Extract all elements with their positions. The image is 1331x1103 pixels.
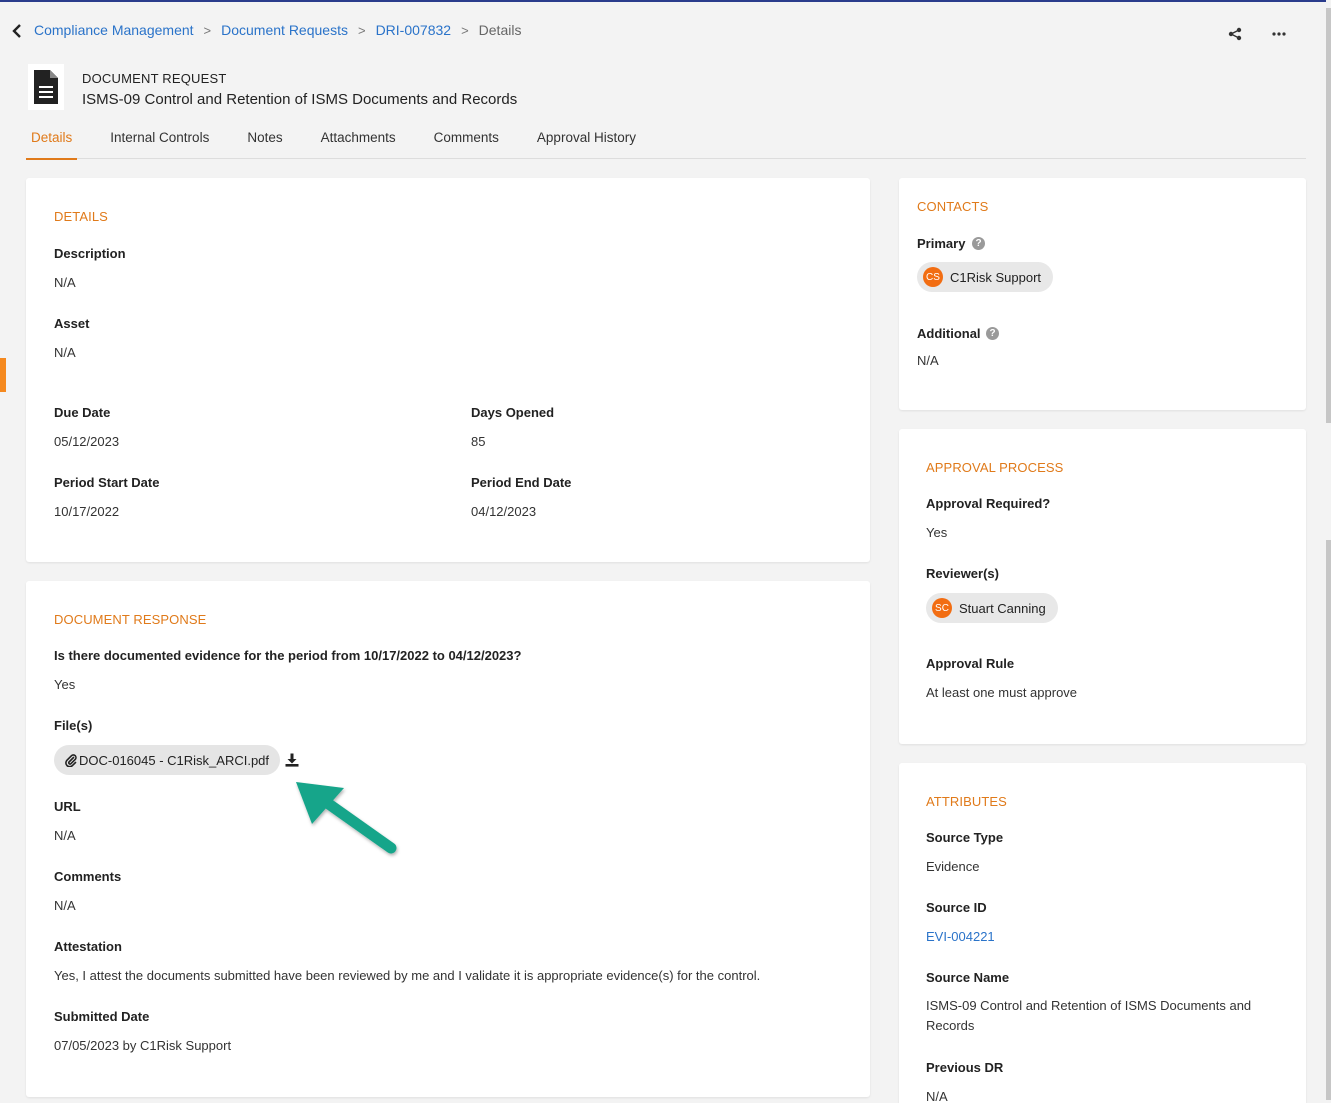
comments-value: N/A (54, 898, 76, 913)
file-name: DOC-016045 - C1Risk_ARCI.pdf (79, 752, 270, 768)
breadcrumb-document-requests[interactable]: Document Requests (221, 22, 348, 38)
tab-details[interactable]: Details (25, 126, 78, 160)
files-label: File(s) (54, 718, 93, 733)
description-value: N/A (54, 275, 76, 290)
top-border (0, 0, 1331, 2)
reviewers-label: Reviewer(s) (926, 566, 999, 581)
top-actions (1227, 26, 1287, 42)
breadcrumb-separator: > (203, 22, 212, 38)
period-start-label: Period Start Date (54, 475, 160, 490)
asset-value: N/A (54, 345, 76, 360)
breadcrumb-separator: > (461, 22, 469, 38)
reviewer-name: Stuart Canning (959, 600, 1046, 616)
left-drawer-handle[interactable] (0, 358, 6, 392)
tab-notes[interactable]: Notes (247, 126, 282, 159)
approval-rule-value: At least one must approve (926, 685, 1078, 700)
back-button[interactable] (8, 20, 26, 42)
tab-bar: Details Internal Controls Notes Attachme… (25, 126, 1306, 160)
source-type-value: Evidence (926, 859, 980, 874)
chevron-left-icon (12, 24, 21, 38)
details-card: DETAILS Description N/A Asset N/A Due Da… (26, 178, 870, 562)
tab-comments[interactable]: Comments (434, 126, 499, 159)
approval-process-card: APPROVAL PROCESS Approval Required? Yes … (899, 429, 1306, 744)
due-date-label: Due Date (54, 405, 111, 420)
file-chip[interactable]: DOC-016045 - C1Risk_ARCI.pdf (54, 745, 281, 775)
comments-label: Comments (54, 869, 122, 884)
evidence-answer: Yes (54, 677, 76, 692)
days-opened-label: Days Opened (471, 405, 555, 420)
previous-dr-label: Previous DR (926, 1060, 1004, 1075)
breadcrumb-separator: > (357, 22, 366, 38)
more-button[interactable] (1271, 26, 1287, 42)
attributes-section-title: ATTRIBUTES (926, 794, 1007, 809)
source-id-link[interactable]: EVI-004221 (926, 929, 995, 944)
pointer-arrow-icon (296, 782, 397, 854)
document-icon-box (28, 64, 64, 110)
download-button[interactable] (284, 752, 300, 768)
previous-dr-value: N/A (926, 1089, 948, 1103)
breadcrumb-compliance-management[interactable]: Compliance Management (34, 22, 194, 38)
contacts-section-title: CONTACTS (917, 199, 989, 214)
approval-rule-label: Approval Rule (926, 656, 1015, 671)
document-icon (34, 70, 58, 104)
reviewer-chip[interactable]: SC Stuart Canning (926, 593, 1058, 623)
submitted-date-value: 07/05/2023 by C1Risk Support (54, 1038, 232, 1053)
source-id-label: Source ID (926, 900, 987, 915)
period-end-value: 04/12/2023 (471, 504, 537, 519)
scrollbar-thumb-lower[interactable] (1326, 540, 1331, 1100)
details-section-title: DETAILS (54, 209, 108, 224)
primary-label: Primary (917, 236, 966, 251)
due-date-value: 05/12/2023 (54, 434, 120, 449)
more-horizontal-icon (1272, 32, 1286, 36)
response-section-title: DOCUMENT RESPONSE (54, 612, 207, 627)
download-icon (285, 753, 299, 767)
contacts-card: CONTACTS Primary ? CS C1Risk Support Add… (899, 178, 1306, 410)
approval-required-value: Yes (926, 525, 948, 540)
breadcrumb-current: Details (478, 22, 522, 38)
tab-approval-history[interactable]: Approval History (537, 126, 636, 159)
description-label: Description (54, 246, 126, 261)
submitted-date-label: Submitted Date (54, 1009, 150, 1024)
period-start-value: 10/17/2022 (54, 504, 120, 519)
additional-label: Additional (917, 326, 981, 341)
breadcrumb-dri[interactable]: DRI-007832 (376, 22, 452, 38)
approval-required-label: Approval Required? (926, 496, 1051, 511)
primary-contact-chip[interactable]: CS C1Risk Support (917, 262, 1054, 292)
evidence-question: Is there documented evidence for the per… (54, 648, 522, 663)
avatar: SC (932, 598, 952, 618)
source-type-label: Source Type (926, 830, 1004, 845)
approval-section-title: APPROVAL PROCESS (926, 460, 1064, 475)
url-value: N/A (54, 828, 76, 843)
help-icon[interactable]: ? (972, 237, 985, 250)
breadcrumb: Compliance Management > Document Request… (34, 22, 521, 38)
page-title: ISMS-09 Control and Retention of ISMS Do… (82, 91, 518, 108)
days-opened-value: 85 (471, 434, 486, 449)
paperclip-icon (65, 753, 77, 767)
tab-internal-controls[interactable]: Internal Controls (110, 126, 209, 159)
help-icon[interactable]: ? (986, 327, 999, 340)
source-name-label: Source Name (926, 970, 1010, 985)
avatar: CS (923, 267, 943, 287)
attestation-label: Attestation (54, 939, 122, 954)
asset-label: Asset (54, 316, 90, 331)
document-response-card: DOCUMENT RESPONSE Is there documented ev… (26, 581, 870, 1097)
primary-contact-name: C1Risk Support (950, 269, 1042, 285)
url-label: URL (54, 799, 81, 814)
share-button[interactable] (1227, 26, 1243, 42)
share-icon (1228, 27, 1242, 41)
record-type: DOCUMENT REQUEST (82, 71, 227, 86)
attestation-value: Yes, I attest the documents submitted ha… (54, 968, 761, 983)
period-end-label: Period End Date (471, 475, 572, 490)
tab-attachments[interactable]: Attachments (321, 126, 396, 159)
additional-value: N/A (917, 353, 939, 368)
attributes-card: ATTRIBUTES Source Type Evidence Source I… (899, 763, 1306, 1103)
scrollbar-thumb[interactable] (1326, 8, 1331, 423)
source-name-value: ISMS-09 Control and Retention of ISMS Do… (926, 998, 1252, 1033)
